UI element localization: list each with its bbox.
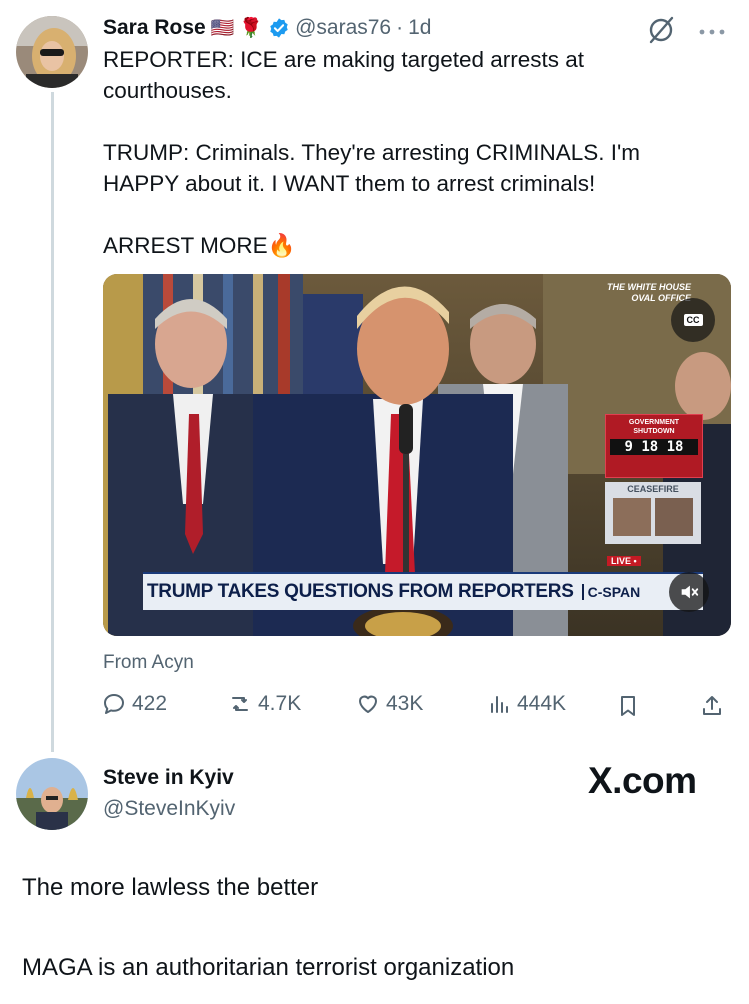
- shutdown-clock: 9 18 18: [610, 439, 698, 455]
- chyron-text: TRUMP TAKES QUESTIONS FROM REPORTERS: [147, 581, 574, 602]
- author-name[interactable]: Steve in Kyiv: [103, 766, 234, 790]
- live-label: LIVE •: [607, 556, 641, 566]
- view-count: 444K: [517, 692, 567, 715]
- like-icon: [359, 695, 377, 713]
- author-name[interactable]: Sara Rose: [103, 16, 206, 40]
- bug-line-2: OVAL OFFICE: [631, 293, 691, 303]
- tweet-body: The more lawless the better MAGA is an a…: [22, 871, 722, 985]
- timestamp[interactable]: 1d: [408, 16, 431, 40]
- shutdown-label: GOVERNMENT SHUTDOWN: [628, 419, 680, 435]
- fire-emoji: 🔥: [267, 233, 296, 258]
- author-handle[interactable]: @SteveInKyiv: [103, 797, 235, 821]
- tweet-body: REPORTER: ICE are making targeted arrest…: [103, 44, 723, 261]
- repost-button[interactable]: 4.7K: [228, 692, 301, 716]
- like-button[interactable]: 43K: [356, 692, 423, 716]
- author-handle[interactable]: @saras76: [295, 16, 391, 40]
- source-attribution[interactable]: From Acyn: [103, 652, 194, 674]
- rose-emoji: 🌹: [239, 18, 264, 39]
- ceasefire-label: CEASEFIRE: [627, 484, 679, 494]
- shutdown-clock-panel: GOVERNMENT SHUTDOWN 9 18 18: [605, 414, 703, 478]
- steve-in-kyiv-avatar[interactable]: [16, 758, 88, 830]
- thread-connector-line: [51, 92, 54, 752]
- news-chyron: TRUMP TAKES QUESTIONS FROM REPORTERS C-S…: [143, 572, 703, 610]
- tweet-paragraph: REPORTER: ICE are making targeted arrest…: [103, 47, 585, 103]
- mute-button[interactable]: [669, 572, 709, 612]
- tweet-paragraph: ARREST MORE🔥: [103, 233, 296, 258]
- tweet-paragraph: MAGA is an authoritarian terrorist organ…: [22, 954, 515, 981]
- network-logo: C-SPAN: [581, 584, 640, 600]
- repost-icon: [232, 697, 248, 711]
- cc-icon: CC: [683, 314, 703, 326]
- grok-icon[interactable]: [646, 15, 676, 45]
- share-icon[interactable]: [700, 694, 724, 718]
- x-com-watermark: X.com: [588, 760, 697, 801]
- reply-button[interactable]: 422: [102, 692, 167, 716]
- tweet-paragraph: The more lawless the better: [22, 874, 319, 901]
- white-house-bug: THE WHITE HOUSE OVAL OFFICE: [581, 282, 691, 304]
- ceasefire-panel: CEASEFIRE: [605, 482, 701, 544]
- tweet-paragraph: TRUMP: Criminals. They're arresting CRIM…: [103, 140, 641, 196]
- like-count: 43K: [386, 692, 424, 715]
- bookmark-icon[interactable]: [616, 694, 640, 718]
- bug-line-1: THE WHITE HOUSE: [606, 282, 691, 292]
- reply-icon: [104, 694, 124, 714]
- views-button[interactable]: 444K: [487, 692, 566, 716]
- verified-badge-icon: [268, 17, 290, 39]
- thumbnail-portrait: [655, 498, 693, 536]
- sara-rose-avatar[interactable]: [16, 16, 88, 88]
- views-icon: [491, 696, 508, 713]
- video-player[interactable]: THE WHITE HOUSE OVAL OFFICE CC GOVERNMEN…: [103, 274, 731, 636]
- thumbnail-portrait: [613, 498, 651, 536]
- muted-speaker-icon: [681, 585, 699, 599]
- reply-count: 422: [132, 692, 168, 715]
- us-flag-emoji: 🇺🇸: [210, 18, 235, 39]
- more-icon[interactable]: [697, 24, 727, 35]
- closed-captions-button[interactable]: CC: [671, 298, 715, 342]
- separator-dot: ·: [396, 16, 404, 39]
- repost-count: 4.7K: [258, 692, 302, 715]
